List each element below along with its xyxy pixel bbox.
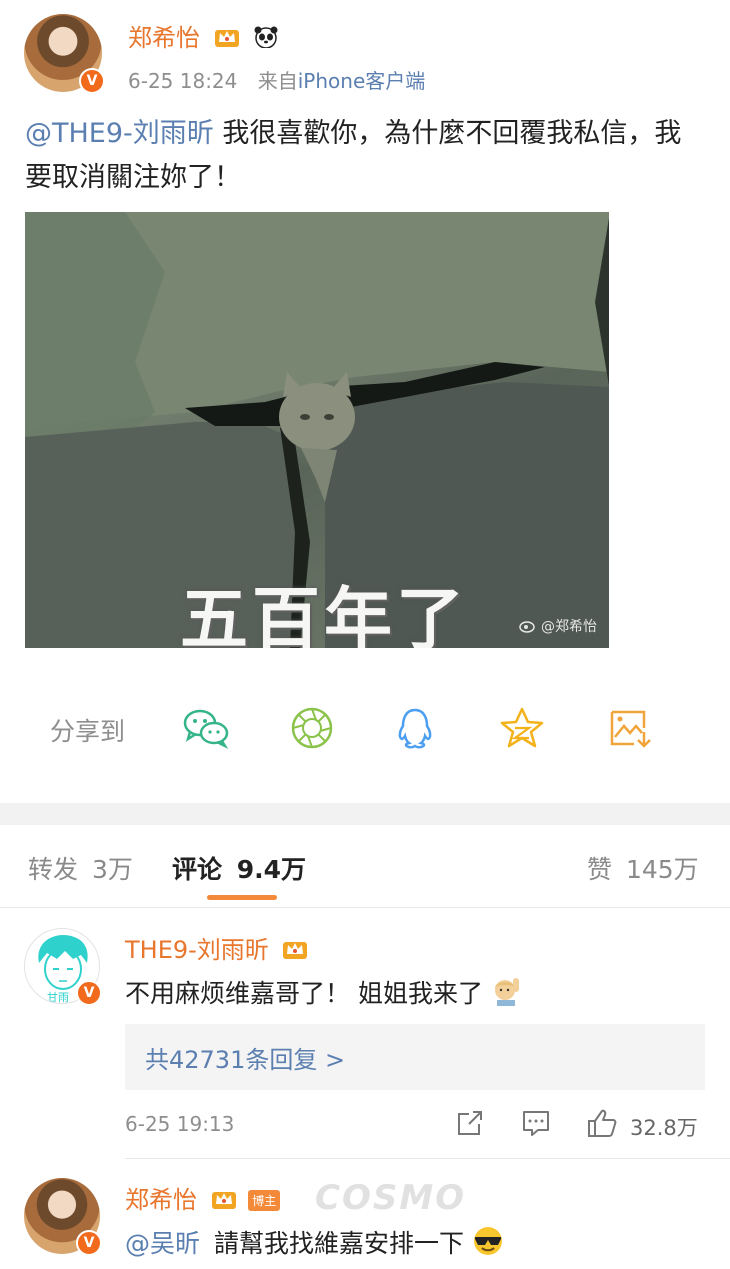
post-username[interactable]: 郑希怡 — [128, 24, 200, 52]
tab-comment-count: 9.4万 — [236, 855, 307, 884]
reply-comment-icon[interactable] — [521, 1108, 551, 1138]
active-tab-indicator — [207, 895, 277, 900]
tab-repost[interactable]: 转发 3万 — [28, 850, 133, 886]
comment-mention-link[interactable]: @吴昕 — [125, 1229, 200, 1258]
cosmo-watermark: COSMO — [315, 1178, 467, 1218]
comment-like-count: 32.8万 — [630, 1116, 698, 1140]
tab-repost-label: 转发 — [28, 855, 79, 884]
comment-text: @吴昕 請幫我找維嘉安排一下 — [125, 1224, 504, 1260]
post-username-row: 郑希怡 — [128, 18, 279, 53]
verified-badge-icon: V — [76, 980, 102, 1006]
panda-icon — [254, 26, 278, 48]
post-image[interactable]: 五百年了 @郑希怡 — [25, 212, 609, 648]
tab-comment-label: 评论 — [172, 855, 223, 884]
qq-icon[interactable] — [391, 706, 439, 750]
weibo-logo-icon — [518, 621, 535, 633]
comment-avatar[interactable]: 甘雨 V — [24, 928, 102, 1006]
replies-count-label: 共42731条回复 > — [145, 1046, 346, 1074]
comment-body: 不用麻烦维嘉哥了！ 姐姐我来了 — [125, 979, 483, 1008]
verified-badge-icon: V — [79, 68, 105, 94]
share-label: 分享到 — [50, 717, 126, 746]
save-image-icon[interactable] — [606, 706, 654, 750]
comment-username[interactable]: 郑希怡 — [125, 1186, 197, 1214]
tab-like-label: 赞 — [587, 855, 613, 884]
image-caption: 五百年了 — [180, 581, 469, 648]
raising-hand-emoji-icon — [494, 978, 519, 1006]
comment-body: 請幫我找維嘉安排一下 — [213, 1229, 464, 1258]
post-source[interactable]: iPhone客户端 — [298, 69, 426, 93]
post-mention-link[interactable]: @THE9-刘雨昕 — [25, 118, 214, 149]
moments-icon[interactable] — [288, 706, 336, 750]
comment-divider — [125, 1158, 730, 1159]
post-text: @THE9-刘雨昕 我很喜歡你，為什麼不回覆我私信，我要取消關注妳了！ — [25, 112, 705, 200]
tab-comment[interactable]: 评论 9.4万 — [172, 850, 306, 886]
comment-username-row: 郑希怡 博主 — [125, 1180, 281, 1215]
post-timestamp: 6-25 18:24 — [128, 69, 238, 93]
view-replies-button[interactable]: 共42731条回复 > — [125, 1024, 705, 1090]
verified-badge-icon: V — [76, 1230, 102, 1256]
comment-avatar[interactable]: V — [24, 1178, 102, 1256]
avatar[interactable]: V — [24, 14, 105, 94]
tab-like[interactable]: 赞 145万 — [587, 850, 699, 886]
post-meta: 6-25 18:24 来自iPhone客户端 — [128, 65, 425, 94]
tab-like-count: 145万 — [625, 855, 699, 884]
tab-repost-count: 3万 — [91, 855, 133, 884]
vip-crown-icon — [214, 30, 239, 47]
vip-crown-icon — [211, 1192, 236, 1209]
share-bar: 分享到 — [50, 706, 670, 750]
share-comment-icon[interactable] — [455, 1108, 485, 1138]
comment-text: 不用麻烦维嘉哥了！ 姐姐我来了 — [125, 974, 521, 1010]
comment-timestamp: 6-25 19:13 — [125, 1112, 235, 1136]
post-tabs: 转发 3万 评论 9.4万 赞 145万 — [0, 840, 730, 908]
image-watermark-text: @郑希怡 — [541, 619, 597, 635]
sunglasses-emoji-icon — [473, 1227, 502, 1255]
vip-crown-icon — [283, 942, 308, 959]
comment-username[interactable]: THE9-刘雨昕 — [125, 936, 269, 964]
image-watermark: @郑希怡 — [518, 616, 597, 636]
wechat-icon[interactable] — [182, 706, 230, 750]
section-divider — [0, 803, 730, 825]
like-thumb-icon[interactable] — [586, 1108, 618, 1138]
qzone-icon[interactable] — [498, 706, 546, 750]
svg-text:甘雨: 甘雨 — [47, 991, 69, 1004]
comment-username-row: THE9-刘雨昕 — [125, 930, 308, 965]
post-source-prefix: 来自 — [257, 69, 298, 93]
author-tag-badge: 博主 — [248, 1190, 281, 1211]
